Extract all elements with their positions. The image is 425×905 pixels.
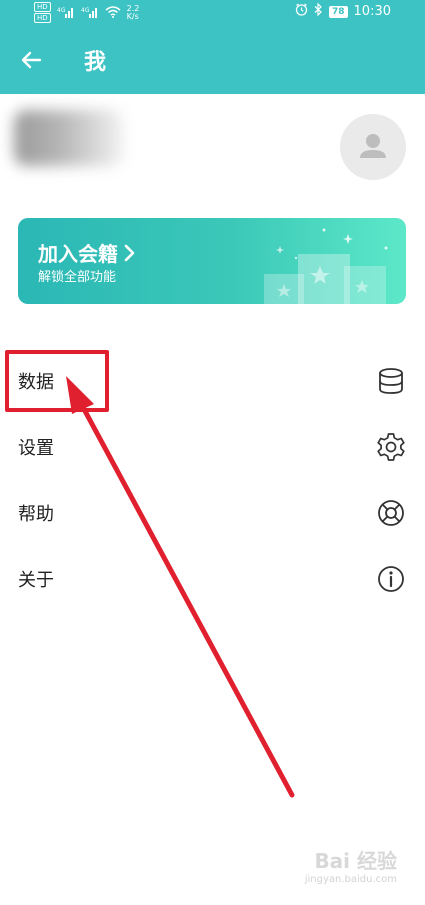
avatar[interactable]	[340, 114, 406, 180]
gear-icon	[377, 433, 405, 461]
status-right: 78 10:30	[295, 2, 391, 20]
chevron-right-icon	[124, 244, 135, 261]
alarm-icon	[295, 3, 308, 20]
podium-decoration-icon	[264, 228, 388, 304]
hd-badge-1: HD	[34, 2, 51, 12]
highlight-box	[5, 350, 109, 412]
page-title: 我	[84, 50, 107, 75]
hd-badge-2: HD	[34, 13, 51, 23]
status-left: HD HD 4G 4G 2.2 K/s	[34, 2, 139, 23]
net-speed: 2.2 K/s	[126, 4, 140, 21]
clock: 10:30	[353, 4, 391, 19]
menu-item-label: 设置	[18, 438, 54, 459]
membership-title: 加入会籍	[38, 238, 136, 267]
sig-label-1: 4G	[57, 7, 66, 14]
watermark-url: jingyan.baidu.com	[304, 874, 397, 885]
back-button[interactable]	[18, 46, 46, 74]
menu-item-about[interactable]: 关于	[0, 546, 425, 612]
status-bar: HD HD 4G 4G 2.2 K/s 78 10:30	[0, 0, 425, 24]
menu-item-settings[interactable]: 设置	[0, 414, 425, 480]
lifebuoy-icon	[378, 500, 404, 526]
app-bar: 我	[0, 24, 425, 94]
sig-label-2: 4G	[81, 7, 90, 14]
membership-subtitle: 解锁全部功能	[38, 270, 117, 285]
menu-item-label: 帮助	[18, 504, 54, 525]
user-icon	[360, 134, 386, 158]
arrow-left-icon	[21, 51, 42, 69]
info-icon	[378, 566, 404, 592]
wifi-icon	[105, 5, 121, 20]
database-icon	[379, 368, 403, 394]
battery-level: 78	[329, 5, 348, 18]
menu-item-help[interactable]: 帮助	[0, 480, 425, 546]
watermark-brand: Bai 经验	[314, 849, 397, 873]
signal-icon-1: 4G	[57, 6, 75, 20]
bluetooth-icon	[314, 2, 323, 20]
net-speed-unit: K/s	[126, 11, 139, 21]
blurred-username	[14, 110, 124, 166]
membership-title-text: 加入会籍	[38, 242, 118, 266]
membership-banner[interactable]: 加入会籍 解锁全部功能	[18, 218, 406, 304]
watermark: Bai 经验 jingyan.baidu.com	[305, 845, 397, 885]
profile-header	[0, 94, 425, 204]
signal-icon-2: 4G	[81, 6, 99, 20]
menu-item-label: 关于	[18, 570, 54, 591]
